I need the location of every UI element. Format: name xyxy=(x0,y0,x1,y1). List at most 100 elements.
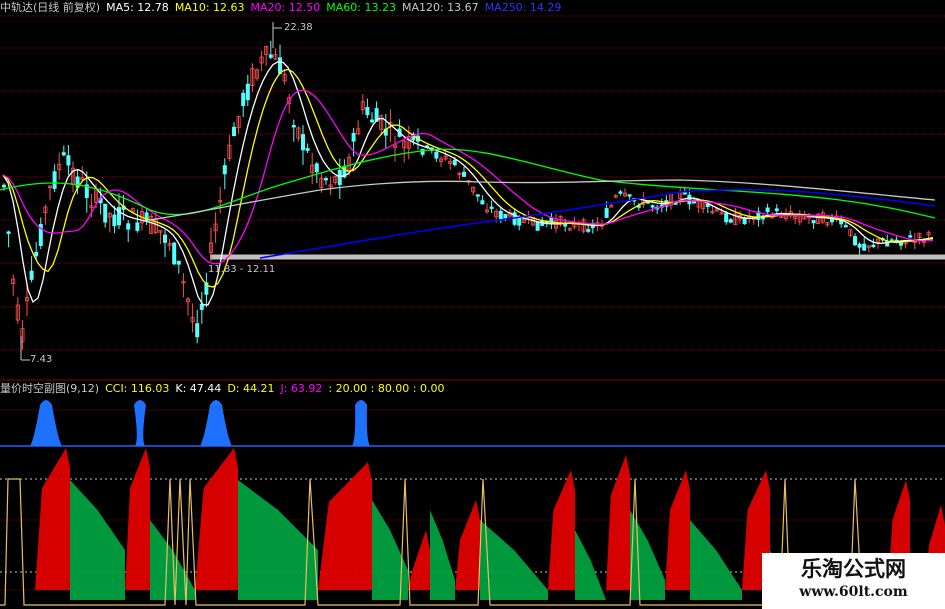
k-value: K: 47.44 xyxy=(175,382,222,395)
candle-body xyxy=(135,222,140,231)
blue-peak xyxy=(30,400,62,446)
j-value: J: 63.92 xyxy=(280,382,323,395)
ma60-line xyxy=(0,148,936,219)
bear-area xyxy=(430,510,455,600)
candle-body xyxy=(195,323,200,338)
ma20-value: MA20: 12.50 xyxy=(250,1,321,14)
moving-average-lines xyxy=(0,61,936,306)
candle-body xyxy=(61,152,66,156)
candle-body xyxy=(112,214,117,227)
bull-area xyxy=(35,448,70,590)
candle-body xyxy=(314,163,319,173)
candle-body xyxy=(682,192,687,195)
candle-body xyxy=(627,194,632,197)
candle-body xyxy=(103,203,108,223)
candle-body xyxy=(452,159,457,166)
candle-body xyxy=(52,171,57,189)
candle-body xyxy=(618,191,623,194)
candle-body xyxy=(277,57,282,74)
bear-area xyxy=(575,530,606,600)
level-values: : 20.00 : 80.00 : 0.00 xyxy=(328,382,445,395)
bull-area xyxy=(318,462,372,590)
candle-body xyxy=(843,225,848,228)
candle-body xyxy=(871,244,876,248)
candle-body xyxy=(6,231,11,234)
candle-body xyxy=(489,206,494,209)
bull-area xyxy=(195,448,238,590)
bull-area xyxy=(455,500,480,590)
candle-body xyxy=(604,208,609,218)
candle-body xyxy=(461,171,466,177)
candle-body xyxy=(300,134,305,151)
candle-body xyxy=(2,184,7,188)
ma10-value: MA10: 12.63 xyxy=(174,1,245,14)
range-label: 11.83 - 12.11 xyxy=(208,264,276,275)
ma250-value: MA250: 14.29 xyxy=(484,1,562,14)
candle-body xyxy=(535,221,540,231)
candle-body xyxy=(728,219,733,223)
candle-body xyxy=(323,178,328,181)
cci-value: CCI: 116.03 xyxy=(105,382,170,395)
candle-body xyxy=(305,148,310,151)
bear-area xyxy=(630,510,665,600)
bull-area xyxy=(606,455,630,590)
candle-body xyxy=(231,126,236,137)
candle-body xyxy=(811,220,816,224)
candle-body xyxy=(245,83,250,101)
candle-body xyxy=(724,212,729,223)
watermark-logo: 乐淘公式网 www.60lt.com xyxy=(762,553,945,609)
candle-body xyxy=(434,151,439,159)
candle-body xyxy=(162,234,167,243)
ma60-value: MA60: 13.23 xyxy=(326,1,396,14)
candle-body xyxy=(291,125,296,128)
candle-body xyxy=(586,229,591,232)
candle-body xyxy=(365,107,370,116)
candle-body xyxy=(222,165,227,175)
indicator-legend: 量价时空副图(9,12) CCI: 116.03 K: 47.44 D: 44.21 J… xyxy=(0,382,451,396)
bear-area xyxy=(70,480,125,600)
candle-body xyxy=(857,243,862,248)
bull-area xyxy=(125,448,150,590)
candle-body xyxy=(126,223,131,230)
d-value: D: 44.21 xyxy=(227,382,275,395)
high-price-label: 22.38 xyxy=(284,22,313,33)
ma10-line xyxy=(2,68,934,288)
ma5-line xyxy=(2,61,934,306)
bull-area xyxy=(665,470,690,590)
low-price-label: 7.43 xyxy=(30,354,53,365)
ma5-value: MA5: 12.78 xyxy=(106,1,169,14)
candle-body xyxy=(908,235,913,238)
blue-peak xyxy=(200,400,232,446)
blue-peak xyxy=(134,400,146,446)
bear-area xyxy=(480,520,548,600)
ma120-value: MA120: 13.67 xyxy=(401,1,479,14)
candle-body xyxy=(687,194,692,205)
bear-area xyxy=(690,520,742,600)
candle-body xyxy=(176,260,181,265)
bull-area xyxy=(548,470,575,590)
candle-body xyxy=(29,270,34,280)
blue-peak xyxy=(352,400,370,446)
candle-body xyxy=(853,236,858,246)
stock-chart[interactable] xyxy=(0,0,945,609)
watermark-title: 乐淘公式网 xyxy=(801,556,906,581)
candle-body xyxy=(34,251,39,257)
candle-body xyxy=(172,242,177,265)
chart-title: 中轨达(日线 前复权) xyxy=(0,1,101,14)
indicator-title: 量价时空副图(9,12) xyxy=(0,382,100,395)
bull-area xyxy=(408,530,430,590)
candle-body xyxy=(765,207,770,213)
candle-body xyxy=(351,132,356,142)
candle-body xyxy=(475,194,480,197)
watermark-url: www.60lt.com xyxy=(799,584,908,600)
candle-body xyxy=(498,210,503,220)
candle-body xyxy=(268,54,273,58)
candle-body xyxy=(503,214,508,219)
candle-body xyxy=(480,200,485,205)
candle-body xyxy=(369,119,374,123)
candle-body xyxy=(241,92,246,106)
candle-body xyxy=(862,243,867,251)
candle-body xyxy=(673,202,678,205)
candle-body xyxy=(650,205,655,208)
candle-body xyxy=(692,201,697,204)
